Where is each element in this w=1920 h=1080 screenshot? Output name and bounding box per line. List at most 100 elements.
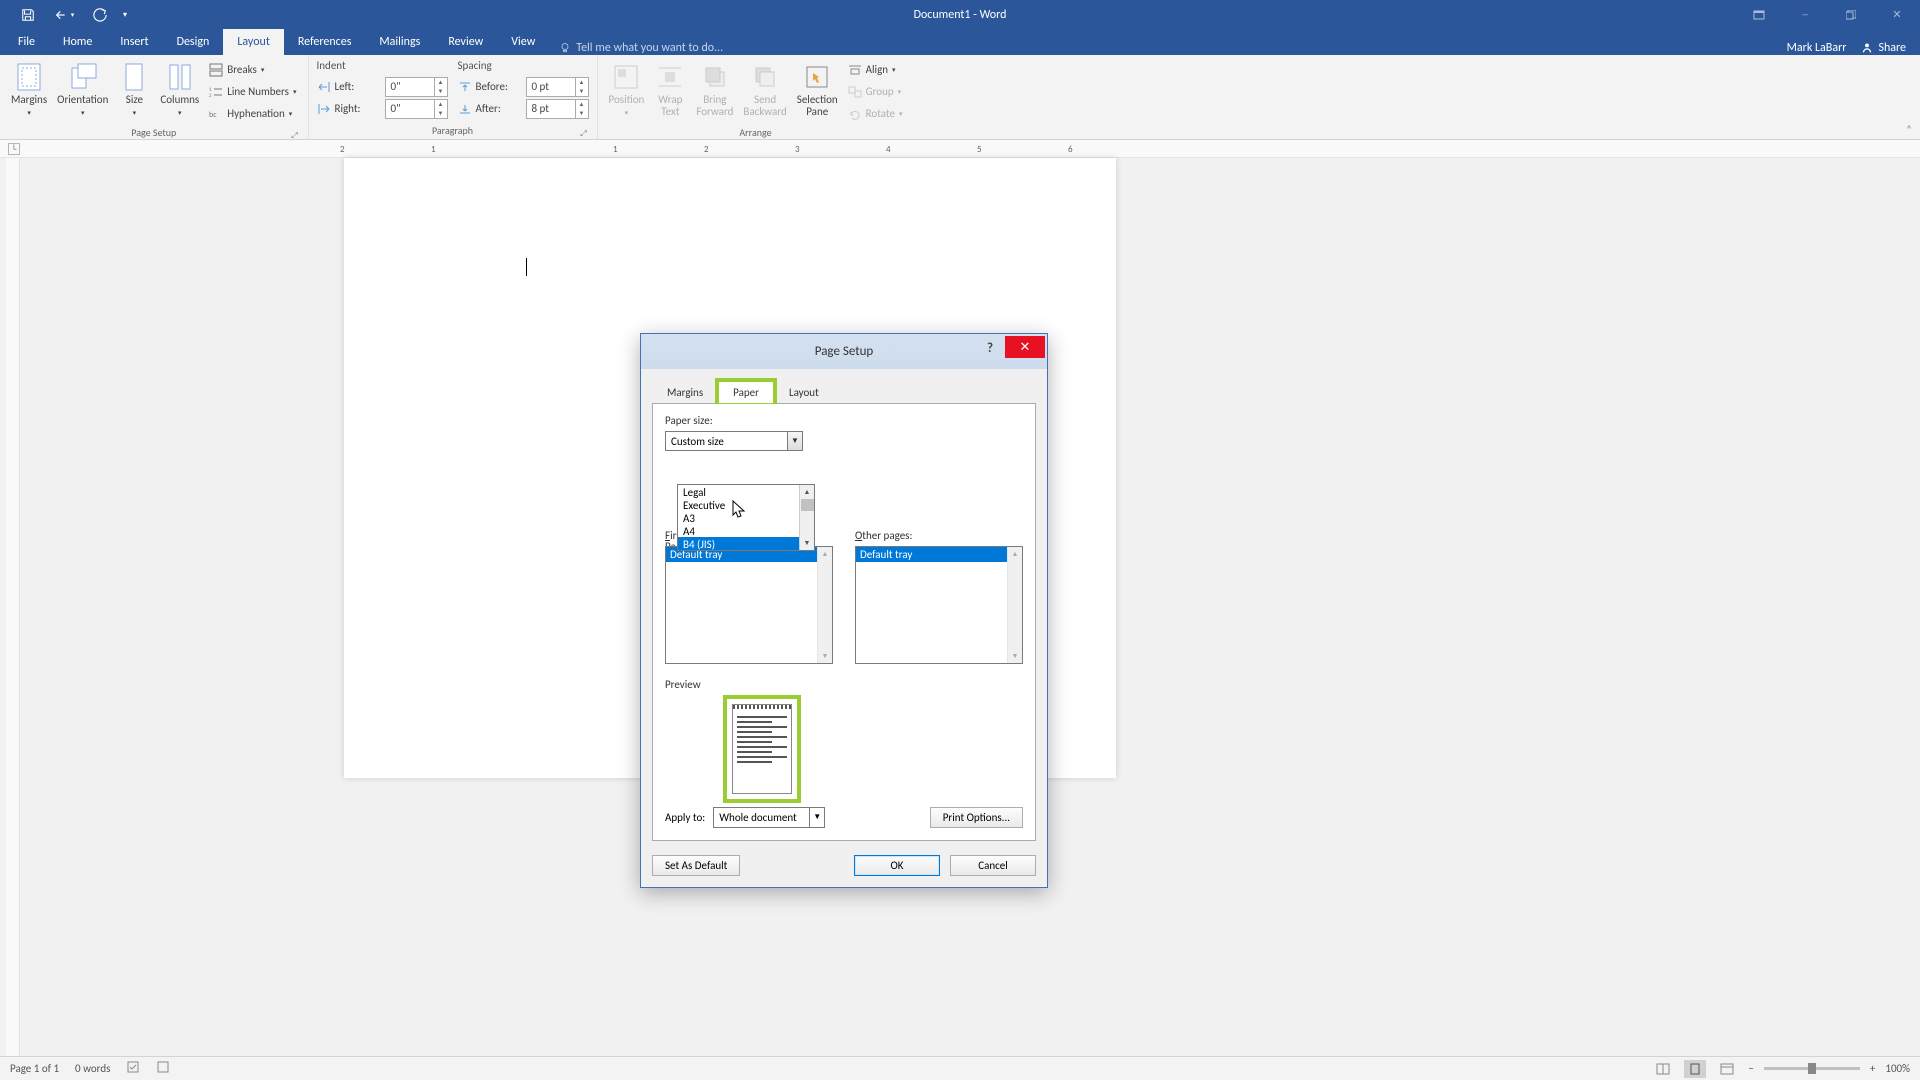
columns-button[interactable]: Columns▾ xyxy=(155,58,204,121)
group-label-page-setup: Page Setup xyxy=(131,126,176,139)
tab-home[interactable]: Home xyxy=(49,29,106,55)
spacing-after-icon xyxy=(458,103,472,115)
chevron-down-icon[interactable]: ▼ xyxy=(787,432,802,450)
group-label-paragraph: Paragraph xyxy=(432,124,473,137)
send-backward-button: Send Backward xyxy=(738,58,791,120)
rotate-icon xyxy=(848,108,862,120)
minimize-button[interactable]: ─ xyxy=(1782,0,1828,29)
set-as-default-button[interactable]: Set As Default xyxy=(652,855,740,876)
indent-left-icon xyxy=(317,81,331,93)
size-button[interactable]: Size▾ xyxy=(113,58,155,121)
dropdown-scrollbar[interactable]: ▲▼ xyxy=(799,485,814,550)
indent-left-input[interactable]: 0"▲▼ xyxy=(385,77,448,97)
spellcheck-icon[interactable] xyxy=(126,1060,140,1077)
tab-insert[interactable]: Insert xyxy=(106,29,162,55)
indent-right-input[interactable]: 0"▲▼ xyxy=(385,99,448,119)
maximize-button[interactable] xyxy=(1828,0,1874,29)
paper-size-label: Paper size: xyxy=(665,414,1023,427)
web-layout-button[interactable] xyxy=(1716,1060,1738,1078)
tell-me-search[interactable]: Tell me what you want to do... xyxy=(559,41,723,55)
ribbon-display-options-button[interactable] xyxy=(1736,0,1782,29)
orientation-button[interactable]: Orientation▾ xyxy=(52,58,113,121)
tab-layout[interactable]: Layout xyxy=(223,29,284,55)
undo-button[interactable]: ▾ xyxy=(46,0,82,29)
tab-file[interactable]: File xyxy=(4,29,49,55)
breaks-button[interactable]: Breaks▾ xyxy=(206,59,299,80)
dialog-close-button[interactable]: ✕ xyxy=(1005,336,1045,358)
svg-text:bc: bc xyxy=(209,110,217,120)
dialog-tab-paper[interactable]: Paper xyxy=(718,381,774,404)
align-icon xyxy=(848,64,862,76)
tab-references[interactable]: References xyxy=(284,29,366,55)
dialog-title-bar[interactable]: Page Setup ? ✕ xyxy=(641,334,1047,369)
zoom-slider[interactable] xyxy=(1764,1067,1860,1070)
close-button[interactable]: ✕ xyxy=(1874,0,1920,29)
hyphenation-button[interactable]: bcHyphenation▾ xyxy=(206,103,299,124)
first-page-tray-list[interactable]: Default tray ▲▼ xyxy=(665,546,833,664)
svg-text:2: 2 xyxy=(209,93,212,99)
spacing-before-input[interactable]: 0 pt▲▼ xyxy=(526,77,589,97)
zoom-level[interactable]: 100% xyxy=(1885,1062,1910,1075)
macro-icon[interactable] xyxy=(156,1060,170,1077)
cancel-button[interactable]: Cancel xyxy=(950,855,1036,876)
ruler-horizontal[interactable]: └ 2 1 1 2 3 4 5 6 xyxy=(0,140,1920,158)
user-name[interactable]: Mark LaBarr xyxy=(1787,41,1847,55)
tab-selector[interactable]: └ xyxy=(8,143,20,155)
bring-forward-button: Bring Forward xyxy=(691,58,738,120)
list-item[interactable]: Default tray xyxy=(856,547,1022,562)
text-cursor xyxy=(526,258,527,276)
share-button[interactable]: Share xyxy=(1860,41,1906,55)
collapse-ribbon-button[interactable]: ˄ xyxy=(1906,123,1912,136)
spacing-after-input[interactable]: 8 pt▲▼ xyxy=(526,99,589,119)
zoom-in-button[interactable]: + xyxy=(1870,1062,1875,1075)
line-numbers-icon: 12 xyxy=(209,85,223,99)
apply-to-label: Apply to: xyxy=(665,811,705,824)
paper-size-option-selected[interactable]: B4 (JIS) xyxy=(678,537,814,550)
margins-button[interactable]: Margins▾ xyxy=(6,58,52,121)
share-icon xyxy=(1860,41,1874,55)
ruler-vertical[interactable] xyxy=(6,158,20,1056)
page-indicator[interactable]: Page 1 of 1 xyxy=(10,1062,59,1075)
tab-review[interactable]: Review xyxy=(434,29,497,55)
page-setup-dialog-launcher[interactable]: ⤢ xyxy=(290,129,300,139)
line-numbers-button[interactable]: 12Line Numbers▾ xyxy=(206,81,299,102)
dialog-title: Page Setup xyxy=(815,344,873,359)
align-button[interactable]: Align▾ xyxy=(845,59,906,80)
document-title: Document1 - Word xyxy=(914,8,1007,22)
dialog-help-button[interactable]: ? xyxy=(979,341,1001,361)
word-count[interactable]: 0 words xyxy=(75,1062,110,1075)
spacing-label: Spacing xyxy=(458,59,589,75)
paper-size-select[interactable]: Custom size ▼ xyxy=(665,431,803,451)
tab-view[interactable]: View xyxy=(497,29,549,55)
indent-right-icon xyxy=(317,103,331,115)
quick-access-toolbar: ▾ ▾ xyxy=(0,0,132,29)
paper-size-option[interactable]: Legal xyxy=(678,485,814,498)
print-options-button[interactable]: Print Options... xyxy=(930,807,1023,828)
other-pages-label: Other pages: xyxy=(855,529,1023,542)
paper-size-option[interactable]: Executive xyxy=(678,498,814,511)
zoom-out-button[interactable]: − xyxy=(1748,1062,1753,1075)
dialog-tab-margins[interactable]: Margins xyxy=(652,381,718,404)
print-layout-button[interactable] xyxy=(1684,1060,1706,1078)
apply-to-select[interactable]: Whole document▼ xyxy=(713,807,825,828)
title-bar: ▾ ▾ Document1 - Word ─ ✕ xyxy=(0,0,1920,29)
paper-size-option[interactable]: A3 xyxy=(678,511,814,524)
breaks-icon xyxy=(209,63,223,77)
group-page-setup: Margins▾ Orientation▾ Size▾ Columns▾ Bre… xyxy=(0,55,309,139)
tab-design[interactable]: Design xyxy=(163,29,224,55)
dialog-tab-layout[interactable]: Layout xyxy=(774,381,834,404)
redo-button[interactable] xyxy=(82,0,118,29)
paragraph-dialog-launcher[interactable]: ⤢ xyxy=(579,127,589,137)
save-button[interactable] xyxy=(10,0,46,29)
ok-button[interactable]: OK xyxy=(854,855,940,876)
group-paragraph: Indent Left:0"▲▼ Right:0"▲▼ Spacing Befo… xyxy=(309,55,598,139)
lightbulb-icon xyxy=(559,42,571,54)
read-mode-button[interactable] xyxy=(1652,1060,1674,1078)
preview-label: Preview xyxy=(665,678,1023,691)
group-arrange: Position▾ Wrap Text Bring Forward Send B… xyxy=(598,55,914,139)
paper-size-option[interactable]: A4 xyxy=(678,524,814,537)
qat-customize-button[interactable]: ▾ xyxy=(118,0,132,29)
other-pages-tray-list[interactable]: Default tray ▲▼ xyxy=(855,546,1023,664)
selection-pane-button[interactable]: Selection Pane xyxy=(792,58,843,120)
tab-mailings[interactable]: Mailings xyxy=(365,29,434,55)
